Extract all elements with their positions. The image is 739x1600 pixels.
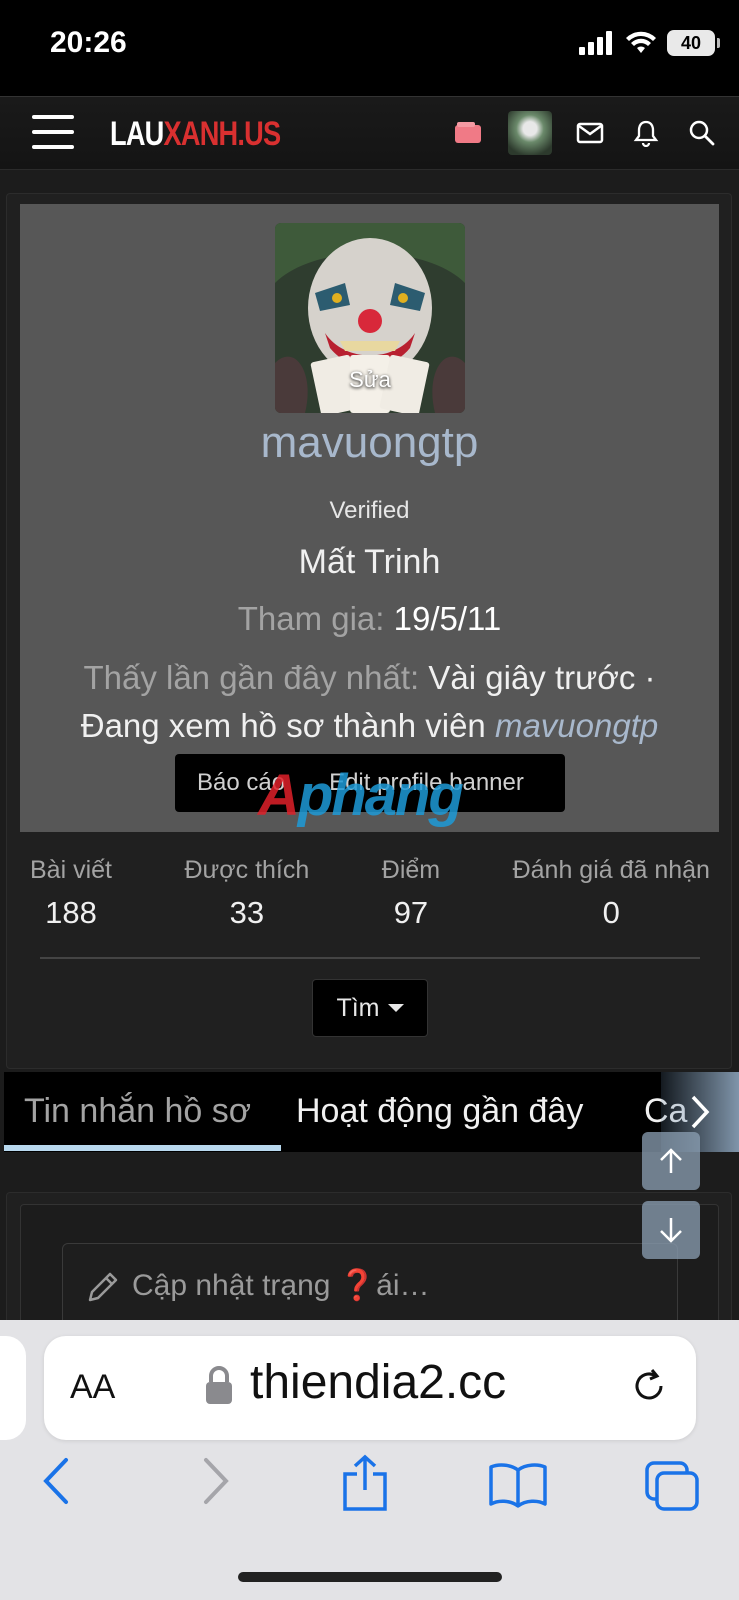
scroll-bottom-button[interactable]	[642, 1201, 700, 1259]
arrow-down-icon	[660, 1218, 682, 1243]
stat-value: 97	[393, 895, 429, 930]
lastseen-value: Vài giây trước ·	[428, 659, 656, 696]
logo-part2: XANH.US	[163, 115, 282, 153]
share-icon[interactable]	[340, 1454, 390, 1512]
watermark-logo: Aphang	[258, 762, 464, 829]
inbox-icon[interactable]	[574, 117, 606, 149]
watermark-part1: A	[258, 763, 300, 828]
wifi-icon	[626, 31, 656, 53]
arrow-up-icon	[660, 1148, 682, 1173]
wallet-icon[interactable]	[452, 117, 484, 149]
logo-part1: LAU	[110, 115, 164, 153]
forward-icon[interactable]	[200, 1456, 232, 1506]
lock-icon	[206, 1366, 232, 1404]
bookmarks-icon[interactable]	[488, 1462, 548, 1508]
aa-label: AA	[70, 1368, 116, 1406]
stat-value: 33	[229, 895, 265, 930]
stats-divider	[40, 957, 700, 959]
stat-label: Điểm	[381, 856, 441, 884]
joined-date: Tham gia: 19/5/11	[0, 600, 739, 638]
stat-posts[interactable]: Bài viết 188	[30, 856, 112, 931]
stat-reviews[interactable]: Đánh giá đã nhận 0	[513, 856, 710, 931]
tab-profile-posts[interactable]: Tin nhắn hồ sơ	[24, 1092, 251, 1131]
stat-points[interactable]: Điểm 97	[382, 856, 440, 931]
verified-label: Verified	[329, 497, 410, 524]
search-icon[interactable]	[686, 117, 718, 149]
signal-icon	[579, 31, 612, 55]
scroll-top-button[interactable]	[642, 1132, 700, 1190]
find-dropdown-button[interactable]: Tìm	[312, 979, 428, 1037]
bell-icon[interactable]	[630, 117, 662, 149]
stat-value: 0	[602, 895, 620, 930]
chevron-right-icon	[691, 1095, 710, 1129]
status-icons: 40	[579, 30, 720, 56]
site-header: LAUXANH.US	[0, 96, 739, 170]
chevron-down-icon	[387, 1004, 404, 1012]
url-text[interactable]: thiendia2.cc	[250, 1355, 506, 1410]
tabs-icon[interactable]	[644, 1460, 700, 1512]
joined-value: 19/5/11	[393, 600, 502, 637]
avatar-edit-label[interactable]: Sửa	[275, 367, 465, 393]
reader-settings-button[interactable]: AA	[70, 1368, 115, 1407]
profile-tabs: Tin nhắn hồ sơ Hoạt động gần đây Ca	[4, 1072, 739, 1152]
tab-active-indicator	[4, 1145, 281, 1151]
previous-tab-preview[interactable]	[0, 1336, 26, 1440]
menu-icon[interactable]	[32, 115, 74, 151]
activity-text: Đang xem hồ sơ thành viên	[80, 707, 486, 744]
profile-username: mavuongtp	[260, 418, 479, 467]
status-bar: 20:26 40	[0, 0, 739, 88]
lastseen-label: Thấy lần gần đây nhất:	[83, 659, 420, 696]
user-avatar-button[interactable]	[508, 111, 552, 155]
reload-icon[interactable]	[630, 1367, 668, 1405]
stat-label: Đánh giá đã nhận	[512, 856, 710, 884]
find-label: Tìm	[336, 993, 380, 1022]
stat-likes[interactable]: Được thích 33	[184, 856, 309, 931]
status-placeholder: Cập nhật trạng ❓ái…	[132, 1269, 430, 1302]
tab-recent-activity[interactable]: Hoạt động gần đây	[296, 1092, 583, 1131]
watermark-part2: phang	[297, 763, 464, 828]
stat-value: 188	[45, 895, 97, 930]
stat-label: Được thích	[184, 856, 310, 884]
home-indicator	[238, 1572, 502, 1582]
joined-label: Tham gia:	[237, 600, 385, 637]
profile-avatar[interactable]: Sửa	[275, 223, 465, 413]
stat-label: Bài viết	[30, 856, 112, 884]
pencil-icon	[88, 1272, 118, 1302]
status-time: 20:26	[50, 26, 127, 59]
user-rank-title: Mất Trinh	[298, 543, 441, 581]
profile-stats: Bài viết 188 Được thích 33 Điểm 97 Đánh …	[30, 856, 710, 931]
activity-link[interactable]: mavuongtp	[495, 707, 658, 744]
back-icon[interactable]	[40, 1456, 72, 1506]
battery-icon: 40	[667, 30, 720, 56]
site-logo[interactable]: LAUXANH.US	[110, 115, 282, 154]
last-seen: Thấy lần gần đây nhất: Vài giây trước · …	[30, 654, 709, 750]
